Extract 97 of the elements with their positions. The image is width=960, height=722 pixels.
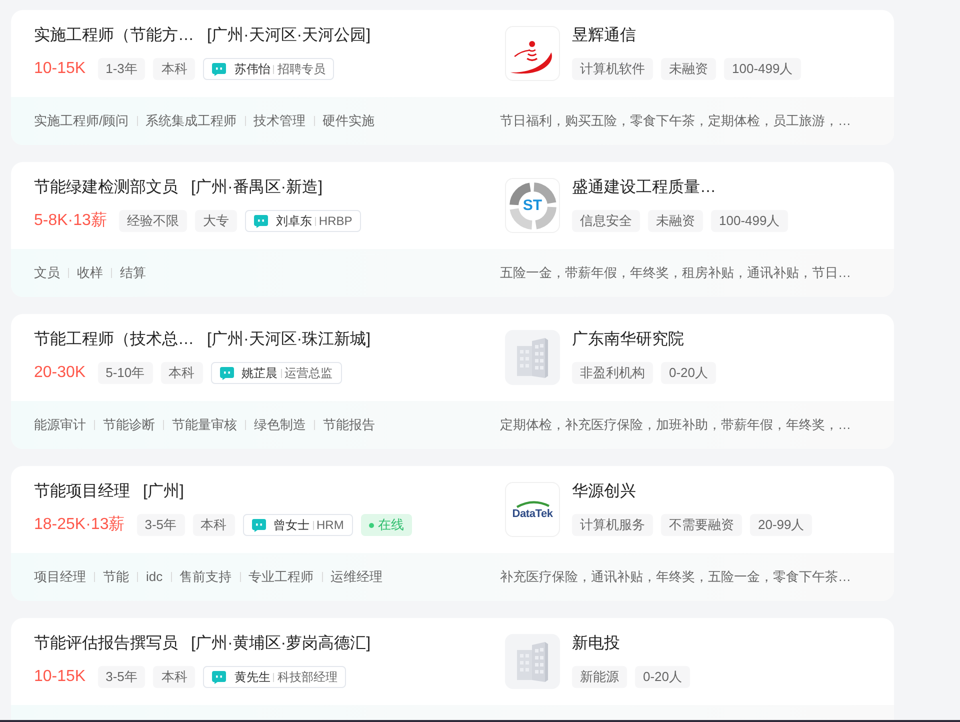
skill-keyword: 节能诊断 <box>103 416 155 434</box>
building-icon <box>517 642 548 682</box>
benefits-text: 节日福利，购买五险，零食下午茶，定期体检，员工旅游，… <box>500 112 851 130</box>
recruiter-tag[interactable]: 曾女士 HRM <box>242 514 353 536</box>
job-location: [广州] <box>143 482 184 502</box>
company-tag: 新能源 <box>572 666 627 688</box>
recruiter-name: 苏伟怡 <box>234 61 270 78</box>
skill-keyword: 节能报告 <box>323 416 375 434</box>
company-tag: 未融资 <box>661 58 716 80</box>
company-tag: 非盈利机构 <box>572 362 653 384</box>
job-card[interactable]: 节能工程师（技术总… [广州·天河区·珠江新城] 20-30K 5-10年 本科 姚芷晨 运营总监 广东南华研究院 非盈利机构 0-20人 能源审计 节能诊断 节能量审核 绿色制造 节能报告 定期体检，补充医疗保险，加班补助，带薪年假，年终奖，… <box>11 314 894 449</box>
job-location: [广州·黄埔区·萝岗高德汇] <box>191 634 371 654</box>
salary: 5-8K·13薪 <box>34 210 107 231</box>
recruiter-name: 刘卓东 <box>276 213 312 230</box>
skill-keyword: 结算 <box>120 264 146 282</box>
chat-icon <box>212 670 226 684</box>
job-title[interactable]: 节能评估报告撰写员 <box>34 633 178 655</box>
company-tag: 20-99人 <box>750 514 812 536</box>
recruiter-tag[interactable]: 黄先生 科技部经理 <box>203 666 346 688</box>
skill-keyword: 绿色制造 <box>254 416 306 434</box>
job-title[interactable]: 实施工程师（节能方… <box>34 25 194 47</box>
job-title[interactable]: 节能工程师（技术总… <box>34 329 194 351</box>
skill-keyword: 专业工程师 <box>248 568 314 586</box>
recruiter-title: HRBP <box>318 213 352 230</box>
logo-text: DataTek <box>512 508 553 520</box>
salary: 18-25K·13薪 <box>34 514 125 535</box>
requirement-tag: 1-3年 <box>98 58 146 80</box>
benefits-text: 定期体检，补充医疗保险，加班补助，带薪年假，年终奖，… <box>500 416 851 434</box>
recruiter-title: 运营总监 <box>284 365 333 382</box>
job-title[interactable]: 节能项目经理 <box>34 481 130 503</box>
skill-keyword: 收样 <box>77 264 103 282</box>
skill-keyword: 节能 <box>103 568 129 586</box>
company-tag: 计算机服务 <box>572 514 653 536</box>
recruiter-tag[interactable]: 苏伟怡 招聘专员 <box>203 58 334 80</box>
skill-keyword: 项目经理 <box>34 568 86 586</box>
job-card[interactable]: 实施工程师（节能方… [广州·天河区·天河公园] 10-15K 1-3年 本科 苏伟怡 招聘专员 昱辉通信 计算机软件 未融资 100-499人 实施工程师/顾问 系统集成工程师 技术管理 硬件实施 节日福利，购买五险，零食下午茶，定期体检，员工旅游，… <box>11 10 894 145</box>
logo-text: ST <box>522 198 542 214</box>
requirement-tag: 本科 <box>160 362 203 384</box>
company-tag: 100-499人 <box>724 58 801 80</box>
recruiter-tag[interactable]: 刘卓东 HRBP <box>244 210 362 232</box>
salary: 10-15K <box>34 59 86 79</box>
requirement-tag: 3-5年 <box>98 666 146 688</box>
company-name[interactable]: 广东南华研究院 <box>572 329 716 351</box>
chat-icon <box>212 62 226 76</box>
company-name[interactable]: 昱辉通信 <box>572 25 801 47</box>
status-dot-icon <box>368 522 374 528</box>
benefits-text: 补充医疗保险，通讯补贴，年终奖，五险一金，零食下午茶… <box>500 568 851 586</box>
skill-keyword: 技术管理 <box>254 112 306 130</box>
skill-keyword: 运维经理 <box>330 568 383 586</box>
requirement-tag: 经验不限 <box>118 210 187 232</box>
company-tag: 不需要融资 <box>661 514 742 536</box>
job-location: [广州·天河区·天河公园] <box>207 26 371 46</box>
salary: 20-30K <box>34 363 86 383</box>
company-tag: 0-20人 <box>635 666 690 688</box>
company-tag: 信息安全 <box>572 210 640 232</box>
job-location: [广州·番禺区·新造] <box>191 178 323 198</box>
chat-icon <box>254 214 268 228</box>
skill-keyword: 售前支持 <box>180 568 232 586</box>
requirement-tag: 本科 <box>192 514 235 536</box>
recruiter-tag[interactable]: 姚芷晨 运营总监 <box>210 362 342 384</box>
skill-keyword: idc <box>146 568 163 586</box>
skill-keyword: 能源审计 <box>34 416 86 434</box>
job-card[interactable]: 节能评估报告撰写员 [广州·黄埔区·萝岗高德汇] 10-15K 3-5年 本科 黄先生 科技部经理 新电投 新能源 0-20人 <box>11 618 894 720</box>
requirement-tag: 5-10年 <box>98 362 153 384</box>
recruiter-title: HRM <box>316 517 344 534</box>
skill-keyword: 文员 <box>34 264 60 282</box>
recruiter-name: 曾女士 <box>274 517 310 534</box>
company-name[interactable]: 新电投 <box>572 633 690 655</box>
arc-icon <box>516 498 550 508</box>
company-tag: 未融资 <box>648 210 703 232</box>
chat-icon <box>252 518 266 532</box>
skill-keyword: 实施工程师/顾问 <box>34 112 129 130</box>
salary: 10-15K <box>34 667 86 687</box>
building-icon <box>517 338 548 378</box>
company-tag: 0-20人 <box>661 362 716 384</box>
requirement-tag: 本科 <box>153 58 196 80</box>
company-tag: 100-499人 <box>711 210 788 232</box>
job-card[interactable]: 节能绿建检测部文员 [广州·番禺区·新造] 5-8K·13薪 经验不限 大专 刘卓东 HRBP ST 盛通建设工程质量… 信息安全 未融资 100-499人 文员 收样 结算 五险一金，带薪年假，年终奖，租房补贴，通讯补贴，节日… <box>11 162 894 297</box>
requirement-tag: 3-5年 <box>136 514 185 536</box>
requirement-tag: 大专 <box>194 210 237 232</box>
job-title[interactable]: 节能绿建检测部文员 <box>34 177 178 199</box>
company-name[interactable]: 华源创兴 <box>572 481 812 503</box>
job-card[interactable]: 节能项目经理 [广州] 18-25K·13薪 3-5年 本科 曾女士 HRM 在线 DataTek 华源创兴 计算机服务 不需要融资 20-99人 项目经理 节能 idc 售前支持 专业工程师 运维经理 补充医疗保险，通讯补贴，年终奖，五险一金，零食下午茶… <box>11 466 894 601</box>
skill-keyword: 系统集成工程师 <box>146 112 237 130</box>
skill-keyword: 节能量审核 <box>172 416 237 434</box>
benefits-text: 五险一金，带薪年假，年终奖，租房补贴，通讯补贴，节日… <box>500 264 851 282</box>
status-text: 在线 <box>378 516 404 534</box>
skill-keyword: 硬件实施 <box>322 112 375 130</box>
chat-icon <box>220 366 234 380</box>
requirement-tag: 本科 <box>153 666 196 688</box>
recruiter-title: 科技部经理 <box>277 669 338 686</box>
recruiter-title: 招聘专员 <box>277 61 326 78</box>
job-location: [广州·天河区·珠江新城] <box>207 330 371 350</box>
company-tag: 计算机软件 <box>572 58 653 80</box>
recruiter-name: 姚芷晨 <box>242 365 278 382</box>
company-name[interactable]: 盛通建设工程质量… <box>572 177 788 199</box>
recruiter-name: 黄先生 <box>234 669 270 686</box>
